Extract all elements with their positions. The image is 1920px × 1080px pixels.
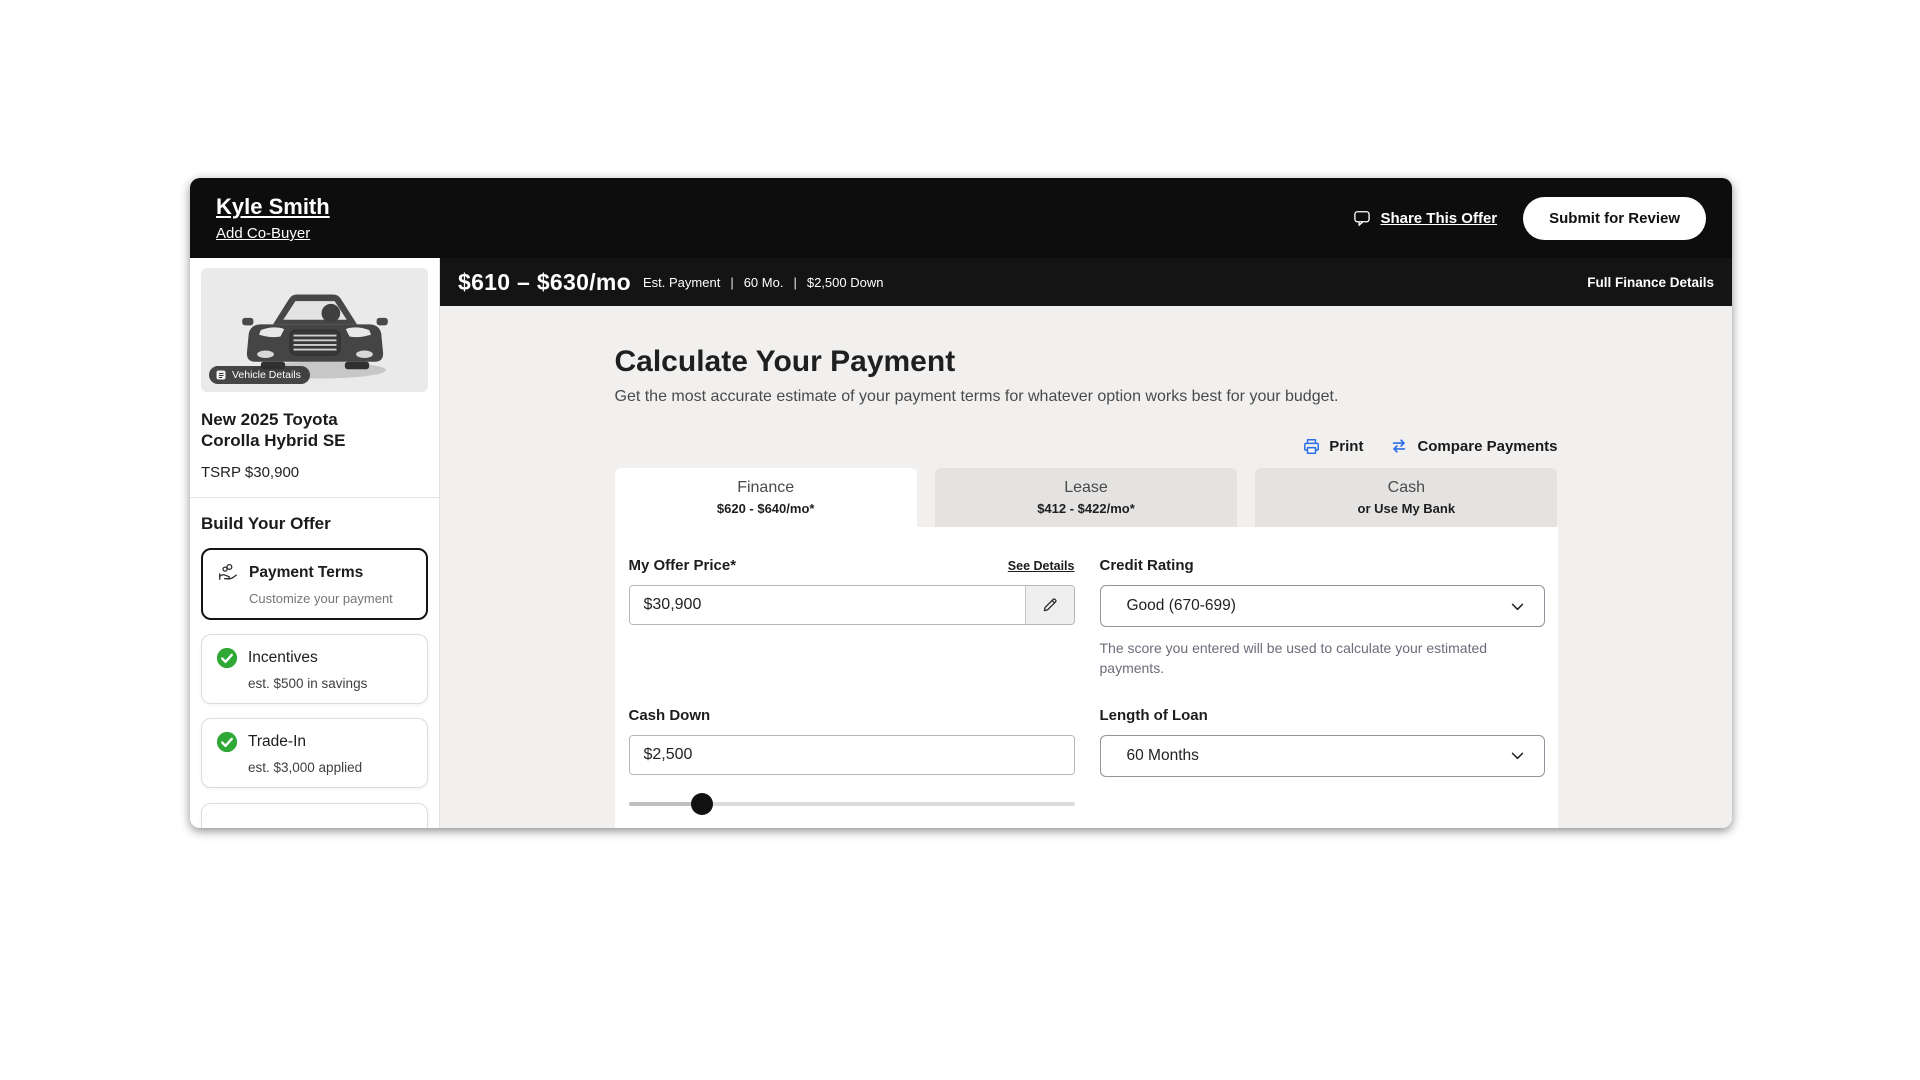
credit-rating-helper: The score you entered will be used to ca… bbox=[1100, 638, 1520, 679]
credit-rating-select[interactable]: Good (670-699) bbox=[1100, 585, 1545, 627]
print-button[interactable]: Print bbox=[1302, 437, 1363, 456]
full-finance-details-link[interactable]: Full Finance Details bbox=[1587, 275, 1714, 290]
edit-offer-price-button[interactable] bbox=[1025, 586, 1074, 624]
pencil-icon bbox=[1041, 596, 1059, 614]
payment-summary-bar: $610 – $630/mo Est. Payment | 60 Mo. | $… bbox=[440, 258, 1732, 306]
sidebar-item-label: Payment Terms bbox=[249, 564, 363, 582]
hand-money-icon bbox=[217, 562, 239, 584]
sidebar-item-label: Incentives bbox=[248, 649, 318, 667]
check-circle-icon bbox=[216, 731, 238, 753]
tab-cash[interactable]: Cash or Use My Bank bbox=[1255, 468, 1557, 527]
sidebar-item-partial[interactable] bbox=[201, 803, 428, 828]
actions-row: Print Compare Payments bbox=[615, 436, 1558, 456]
main-area: $610 – $630/mo Est. Payment | 60 Mo. | $… bbox=[440, 258, 1732, 828]
deal-builder-window: Kyle Smith Add Co-Buyer Share This Offer… bbox=[190, 178, 1732, 828]
chat-bubble-icon bbox=[1352, 208, 1372, 228]
tab-finance[interactable]: Finance $620 - $640/mo* bbox=[615, 468, 917, 527]
credit-rating-label: Credit Rating bbox=[1100, 557, 1194, 574]
main-content: Calculate Your Payment Get the most accu… bbox=[440, 306, 1732, 828]
list-icon bbox=[215, 369, 227, 381]
share-this-offer-button[interactable]: Share This Offer bbox=[1352, 208, 1497, 228]
buyer-block: Kyle Smith Add Co-Buyer bbox=[216, 194, 330, 242]
share-this-offer-label: Share This Offer bbox=[1380, 210, 1497, 227]
sidebar-item-trade-in[interactable]: Trade-In est. $3,000 applied bbox=[201, 718, 428, 788]
payment-range: $610 – $630/mo bbox=[458, 269, 631, 296]
cash-down-input[interactable] bbox=[630, 736, 1074, 774]
top-header: Kyle Smith Add Co-Buyer Share This Offer… bbox=[190, 178, 1732, 258]
vehicle-title: New 2025 Toyota Corolla Hybrid SE bbox=[201, 409, 428, 452]
compare-arrows-icon bbox=[1389, 436, 1409, 456]
sidebar-item-incentives[interactable]: Incentives est. $500 in savings bbox=[201, 634, 428, 704]
header-actions: Share This Offer Submit for Review bbox=[1352, 197, 1706, 240]
vehicle-details-badge[interactable]: Vehicle Details bbox=[209, 366, 310, 384]
credit-rating-field: Credit Rating Good (670-699) bbox=[1100, 557, 1545, 679]
est-payment-label: Est. Payment bbox=[643, 275, 720, 290]
payment-meta: Est. Payment | 60 Mo. | $2,500 Down bbox=[643, 275, 883, 290]
offer-price-field: My Offer Price* See Details bbox=[629, 557, 1075, 679]
cash-down-slider[interactable] bbox=[629, 793, 1075, 815]
loan-length-select[interactable]: 60 Months bbox=[1100, 735, 1545, 777]
sidebar-item-payment-terms[interactable]: Payment Terms Customize your payment bbox=[201, 548, 428, 620]
cash-down-field: Cash Down bbox=[629, 707, 1075, 815]
tab-lease[interactable]: Lease $412 - $422/mo* bbox=[935, 468, 1237, 527]
cash-down-label: Cash Down bbox=[629, 707, 711, 724]
payment-tabs: Finance $620 - $640/mo* Lease $412 - $42… bbox=[615, 468, 1558, 527]
term-label: 60 Mo. bbox=[744, 275, 784, 290]
page-title: Calculate Your Payment bbox=[615, 345, 1558, 379]
loan-length-label: Length of Loan bbox=[1100, 707, 1208, 724]
vehicle-badge-label: Vehicle Details bbox=[232, 369, 301, 381]
cash-down-slider-thumb[interactable] bbox=[691, 793, 713, 815]
check-circle-icon bbox=[216, 647, 238, 669]
printer-icon bbox=[1302, 437, 1321, 456]
sidebar: Vehicle Details New 2025 Toyota Corolla … bbox=[190, 258, 440, 828]
sidebar-item-subtitle: Customize your payment bbox=[249, 591, 412, 606]
sidebar-item-subtitle: est. $3,000 applied bbox=[248, 760, 413, 775]
chevron-down-icon bbox=[1509, 598, 1526, 615]
chevron-down-icon bbox=[1509, 747, 1526, 764]
build-your-offer-heading: Build Your Offer bbox=[201, 514, 428, 534]
buyer-name-link[interactable]: Kyle Smith bbox=[216, 194, 330, 220]
sidebar-divider bbox=[190, 497, 439, 498]
finance-tab-panel: My Offer Price* See Details bbox=[615, 527, 1558, 828]
loan-length-field: Length of Loan 60 Months bbox=[1100, 707, 1545, 815]
offer-price-label: My Offer Price* bbox=[629, 557, 737, 574]
compare-payments-label: Compare Payments bbox=[1417, 438, 1557, 455]
see-details-link[interactable]: See Details bbox=[1008, 559, 1075, 573]
offer-price-input[interactable] bbox=[630, 586, 1025, 624]
print-label: Print bbox=[1329, 438, 1363, 455]
add-co-buyer-link[interactable]: Add Co-Buyer bbox=[216, 225, 330, 242]
vehicle-image: Vehicle Details bbox=[201, 268, 428, 392]
sidebar-item-subtitle: est. $500 in savings bbox=[248, 676, 413, 691]
sidebar-item-label: Trade-In bbox=[248, 733, 306, 751]
page-subtitle: Get the most accurate estimate of your p… bbox=[615, 388, 1558, 406]
tsrp-price: TSRP $30,900 bbox=[201, 464, 428, 481]
compare-payments-button[interactable]: Compare Payments bbox=[1389, 436, 1557, 456]
down-label: $2,500 Down bbox=[807, 275, 884, 290]
submit-for-review-button[interactable]: Submit for Review bbox=[1523, 197, 1706, 240]
